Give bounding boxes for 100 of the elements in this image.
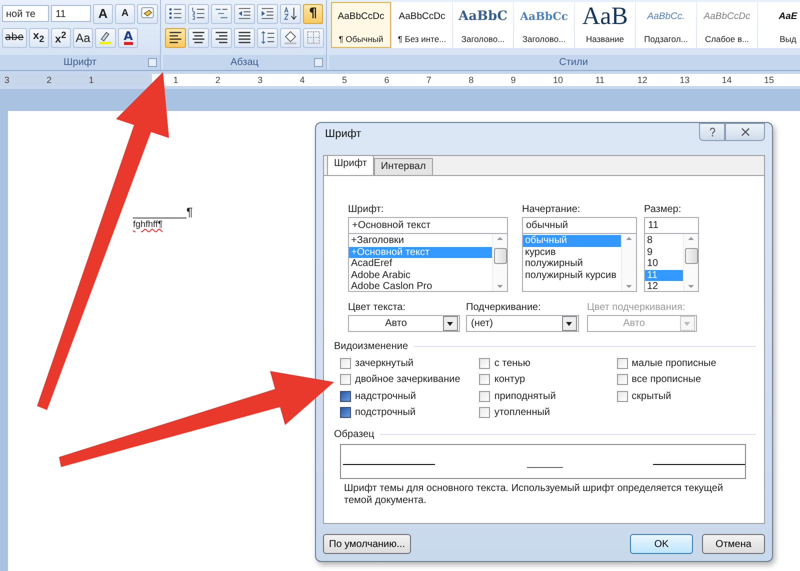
shrink-font-button[interactable]: A [115, 4, 135, 24]
tab[interactable]: Интервал [374, 158, 433, 175]
style-name: Заголово... [461, 34, 505, 44]
style-sample: AaBbCcDc [338, 10, 384, 24]
section-label: Образец [334, 429, 374, 440]
sort-icon [283, 6, 298, 21]
checkbox[interactable] [616, 390, 628, 402]
help-button[interactable] [699, 123, 725, 141]
list-item[interactable]: 8 [645, 235, 683, 246]
list-box[interactable]: обычный курсив полужирный полужирный курсив [522, 234, 637, 292]
dialog-button[interactable]: OK [630, 534, 693, 554]
decrease-indent-button[interactable] [234, 4, 255, 24]
list-box[interactable]: +Заголовки +Основной текст AcadEref Adobe Arabic Adobe Caslon Pro [348, 234, 508, 292]
list-item[interactable]: +Заголовки [349, 235, 492, 246]
font-color-button[interactable]: A [118, 28, 138, 48]
dialog-launcher[interactable] [314, 58, 323, 67]
input-field[interactable]: обычный [522, 217, 637, 234]
checkbox[interactable] [479, 358, 490, 369]
list-item[interactable]: полужирный курсив [523, 270, 621, 281]
ruler-number: 15 [764, 74, 774, 86]
align-left-icon [168, 30, 183, 45]
list-item[interactable]: Adobe Caslon Pro [349, 281, 492, 291]
list-item[interactable]: 10 [645, 258, 683, 270]
list-item[interactable]: курсив [523, 246, 621, 258]
style-tile[interactable]: AaE Выд [758, 2, 800, 48]
show-marks-button[interactable]: ¶ [303, 4, 323, 24]
align-right-icon [214, 30, 229, 45]
multilevel-list-button[interactable] [211, 4, 232, 24]
dialog-button[interactable]: Отмена [702, 534, 765, 554]
shading-button[interactable] [280, 28, 301, 48]
tab[interactable]: Шрифт [327, 155, 374, 175]
superscript-button[interactable]: x$^{2}$ [50, 28, 71, 48]
checkbox[interactable] [479, 374, 490, 386]
group-label: Шрифт [64, 57, 96, 68]
checkbox[interactable] [340, 390, 351, 402]
checkbox[interactable] [479, 407, 490, 418]
checkbox[interactable] [340, 358, 351, 369]
group-label: Стили [559, 57, 588, 68]
style-tile[interactable]: AaBbCcDc Слабое в... [697, 2, 757, 48]
checkbox-label: подстрочный [355, 407, 416, 418]
change-case-button[interactable]: Aa [72, 28, 94, 48]
dialog-launcher[interactable] [148, 58, 157, 67]
strikethrough-button[interactable]: abe [2, 28, 27, 48]
checkbox-label: надстрочный [355, 390, 416, 402]
justify-icon [237, 30, 252, 45]
font-name-field[interactable]: ной те [2, 5, 50, 22]
subscript-button[interactable]: x$_{2}$ [28, 28, 49, 48]
checkbox[interactable] [616, 374, 628, 386]
style-sample: AaE [778, 10, 798, 24]
list-item[interactable]: 12 [645, 281, 683, 291]
ruler-number: 1 [173, 74, 178, 86]
dropdown[interactable]: Авто [348, 315, 460, 332]
highlighter-icon [98, 30, 114, 45]
font-size-field[interactable]: 11 [51, 5, 91, 22]
ruler-number: 11 [595, 74, 605, 86]
scrollbar[interactable] [621, 234, 636, 291]
align-left-button[interactable] [165, 28, 186, 48]
style-tile[interactable]: AaBbCcDc ¶ Без инте... [392, 2, 452, 48]
list-item[interactable]: Adobe Arabic [349, 270, 492, 281]
scrollbar[interactable] [492, 234, 507, 291]
highlight-button[interactable] [95, 28, 116, 48]
checkbox[interactable] [479, 390, 490, 402]
numbering-button[interactable] [188, 4, 209, 24]
dialog-button[interactable]: По умолчанию... [323, 534, 411, 554]
increase-indent-button[interactable] [257, 4, 278, 24]
list-box[interactable]: 8 9 10 11 12 [644, 234, 699, 292]
checkbox-label: зачеркнутый [355, 358, 414, 369]
style-tile[interactable]: AaBbCc. Подзагол... [636, 2, 696, 48]
sort-button[interactable] [280, 4, 301, 24]
clear-format-button[interactable] [137, 4, 158, 24]
document-text: ________¶ [133, 205, 193, 219]
ruler-number: 3 [4, 74, 10, 86]
checkbox[interactable] [340, 407, 351, 418]
section-label: Видоизменение [334, 341, 408, 352]
dropdown[interactable]: (нет) [466, 315, 579, 332]
style-tile[interactable]: AaBbC Заголово... [453, 2, 513, 48]
style-sample: AaB [582, 6, 628, 28]
list-item[interactable]: AcadEref [349, 258, 492, 270]
checkbox[interactable] [616, 358, 628, 369]
line-spacing-button[interactable] [257, 28, 278, 48]
scrollbar[interactable] [683, 234, 698, 291]
style-tile[interactable]: AaBbCcDc ¶ Обычный [331, 2, 391, 48]
ruler-number: 5 [342, 74, 348, 86]
ruler-number: 4 [300, 74, 305, 86]
field-label: Цвет подчеркивания: [587, 302, 686, 313]
close-button[interactable] [725, 123, 765, 141]
list-item[interactable]: полужирный [523, 258, 621, 270]
bullets-button[interactable] [165, 4, 186, 24]
justify-button[interactable] [234, 28, 255, 48]
align-center-button[interactable] [188, 28, 209, 48]
style-tile[interactable]: AaBbCc Заголово... [514, 2, 574, 48]
input-field[interactable]: 11 [644, 217, 699, 234]
list-item[interactable]: 9 [645, 246, 683, 258]
grow-font-button[interactable]: A [93, 4, 113, 24]
style-tile[interactable]: AaB Название [575, 2, 635, 48]
input-field[interactable]: +Основной текст [348, 217, 508, 234]
ruler-number: 2 [46, 74, 52, 86]
checkbox[interactable] [340, 374, 351, 386]
align-right-button[interactable] [211, 28, 232, 48]
group-label: Абзац [230, 57, 259, 68]
